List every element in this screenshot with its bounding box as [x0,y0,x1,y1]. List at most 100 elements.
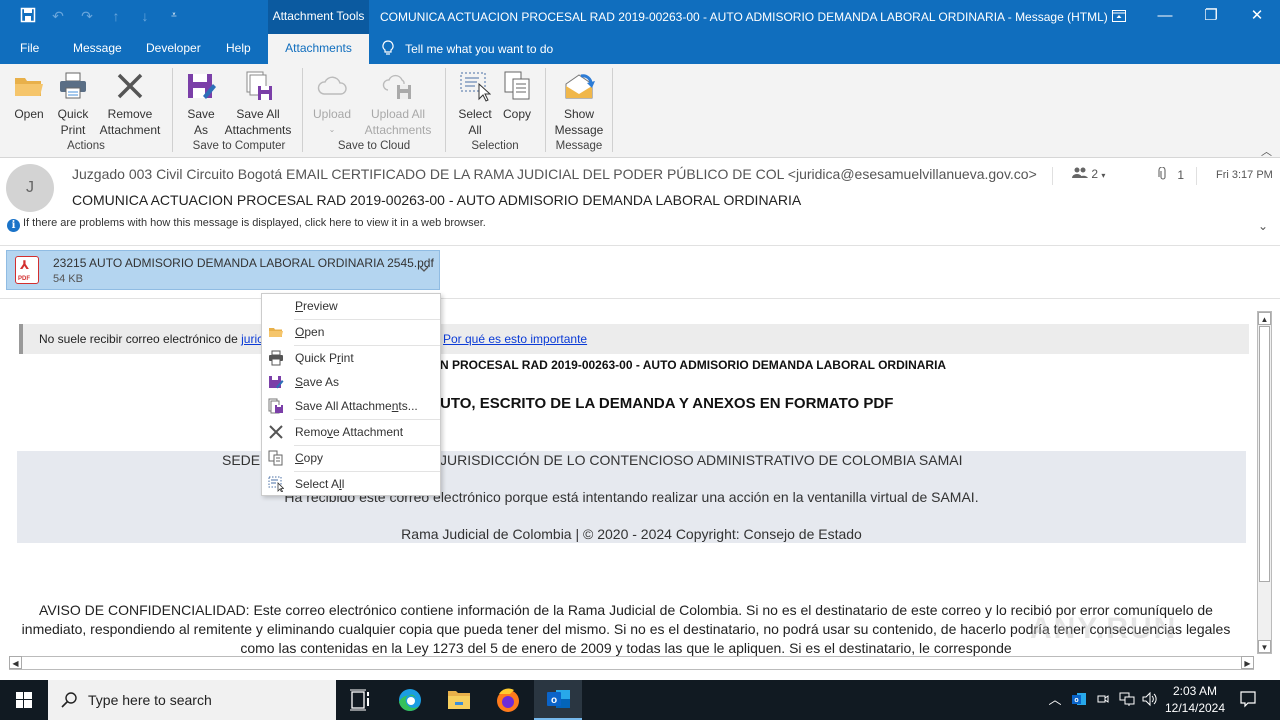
volume-icon[interactable] [1141,691,1159,709]
sender-link[interactable]: juric [241,332,263,346]
restore-button[interactable]: ❐ [1188,0,1234,32]
customize-qat-icon[interactable]: ⩡ [165,7,183,25]
tab-file[interactable]: File [10,34,49,64]
ribbon-display-options-icon[interactable] [1096,0,1142,32]
cloud-icon [317,76,347,95]
sender[interactable]: Juzgado 003 Civil Circuito Bogotá EMAIL … [72,166,1037,182]
message-subject: COMUNICA ACTUACION PROCESAL RAD 2019-002… [72,192,802,208]
start-button[interactable] [0,680,48,720]
upload-all-attachments-button[interactable]: Upload All Attachments [360,68,436,138]
search-icon [61,692,77,708]
tray-outlook-icon[interactable]: o [1070,691,1088,709]
scroll-left-arrow-icon[interactable]: ◀ [9,656,22,669]
copy-icon [504,71,530,100]
dropdown-arrow-icon: ▾ [1101,171,1106,180]
cloud-save-icon [382,74,411,99]
header-separator [1196,167,1197,185]
tell-me-search[interactable]: Tell me what you want to do [382,34,553,64]
copy-button[interactable]: Copy [500,68,534,122]
show-hidden-icons-icon[interactable]: ︿ [1046,691,1064,709]
task-view-icon [350,689,369,711]
chevron-down-icon[interactable] [419,263,429,275]
tell-me-label: Tell me what you want to do [405,42,554,56]
save-as-button[interactable]: Save As [184,68,218,138]
recipients-count: 2 [1091,167,1099,181]
taskbar-search[interactable]: Type here to search [48,680,336,720]
copy-icon [268,450,283,466]
notifications-icon[interactable] [1238,690,1258,708]
collapse-ribbon-icon[interactable]: ︿ [1261,143,1272,159]
save-as-icon [188,74,216,99]
group-label-save-to-cloud: Save to Cloud [337,140,411,152]
scroll-right-arrow-icon[interactable]: ▶ [1241,656,1254,669]
meet-now-icon[interactable] [1094,691,1112,709]
printer-icon [269,350,283,366]
remove-attachment-button[interactable]: Remove Attachment [96,68,164,138]
remove-x-icon [117,73,143,99]
window-title: COMUNICA ACTUACION PROCESAL RAD 2019-002… [380,10,1108,24]
expand-header-icon[interactable]: ⌄ [1258,219,1268,233]
open-folder-icon [269,328,283,337]
clock[interactable]: 2:03 AM 12/14/2024 [1160,683,1230,717]
menu-item-open[interactable]: Open [262,320,440,344]
menu-item-preview[interactable]: Preview [262,294,440,318]
show-message-button[interactable]: Show Message [552,68,606,138]
attachment-size: 54 KB [53,273,83,285]
tab-attachments[interactable]: Attachments [268,34,369,64]
tab-help[interactable]: Help [216,34,261,64]
redo-icon[interactable]: ↷ [78,7,96,25]
clock-time: 2:03 AM [1172,684,1218,698]
vertical-scrollbar[interactable]: ▲ ▼ [1257,311,1272,654]
info-bar[interactable]: i If there are problems with how this mes… [7,217,486,232]
edge-icon [399,689,421,711]
close-button[interactable]: ✕ [1234,0,1280,32]
menu-item-save-all-attachments[interactable]: Save All Attachments... [262,394,440,418]
save-all-attachments-button[interactable]: Save All Attachments [222,68,294,138]
message-time: Fri 3:17 PM [1216,169,1273,181]
menu-item-copy[interactable]: Copy [262,446,440,470]
scroll-up-arrow-icon[interactable]: ▲ [1258,312,1271,325]
open-button[interactable]: Open [8,68,50,122]
scrollbar-thumb[interactable] [1259,326,1270,582]
outlook-icon: o [547,690,570,708]
info-icon: i [7,219,20,232]
taskbar-edge[interactable] [386,680,434,720]
group-label-message: Message [555,140,603,152]
upload-button[interactable]: Upload ⌄ [310,68,354,138]
previous-item-icon[interactable]: ↑ [107,7,125,25]
windows-logo-icon [16,692,32,708]
group-separator [172,68,173,152]
recipients-button[interactable]: 2 ▾ [1072,167,1105,181]
samai-notice: Ha recibido este correo electrónico porq… [284,489,979,505]
taskbar-firefox[interactable] [484,680,532,720]
attachment-count[interactable]: 1 [1158,166,1184,182]
open-folder-icon [15,78,43,96]
minimize-button[interactable]: — [1142,0,1188,32]
why-important-link[interactable]: Por qué es esto importante [443,324,587,354]
lightbulb-icon [382,34,394,63]
group-separator [302,68,303,152]
network-icon[interactable] [1118,691,1136,709]
attachment-item[interactable]: ⅄ PDF 23215 AUTO ADMISORIO DEMANDA LABOR… [6,250,440,290]
message-header: J Juzgado 003 Civil Circuito Bogotá EMAI… [0,159,1280,245]
menu-item-quick-print[interactable]: Quick Print [262,346,440,370]
scroll-down-arrow-icon[interactable]: ▼ [1258,640,1271,653]
menu-item-select-all[interactable]: Select All [262,472,440,496]
tab-message[interactable]: Message [63,34,132,64]
undo-icon[interactable]: ↶ [49,7,67,25]
show-message-icon [565,74,595,99]
horizontal-scrollbar[interactable]: ◀ ▶ [9,656,1254,670]
next-item-icon[interactable]: ↓ [136,7,154,25]
sender-avatar[interactable]: J [6,164,54,212]
save-icon[interactable] [19,7,37,25]
taskbar-file-explorer[interactable] [435,680,483,720]
menu-item-save-as[interactable]: Save As [262,370,440,394]
select-all-button[interactable]: Select All [456,68,494,138]
svg-text:o: o [1074,697,1078,704]
taskbar-outlook[interactable]: o [534,680,582,720]
quick-print-button[interactable]: Quick Print [54,68,92,138]
save-all-icon [246,71,272,100]
task-view-button[interactable] [336,680,384,720]
menu-item-remove-attachment[interactable]: Remove Attachment [262,420,440,444]
tab-developer[interactable]: Developer [136,34,211,64]
